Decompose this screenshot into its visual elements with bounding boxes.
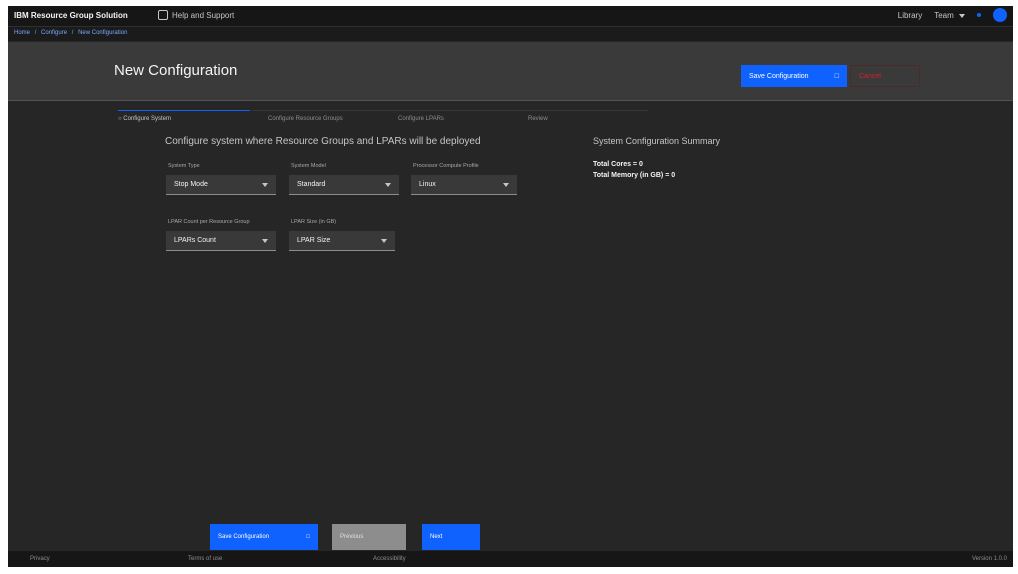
processor-profile-select[interactable]: Linux bbox=[411, 175, 517, 195]
system-model-select[interactable]: Standard bbox=[289, 175, 399, 195]
footer-terms-link[interactable]: Terms of use bbox=[188, 556, 222, 562]
step-configure-system[interactable]: ○ Configure System bbox=[118, 116, 171, 122]
next-button[interactable]: Next bbox=[422, 524, 480, 550]
form-title: Configure system where Resource Groups a… bbox=[165, 136, 481, 147]
save-configuration-button[interactable]: Save Configuration □ bbox=[741, 65, 847, 87]
lpar-size-select[interactable]: LPAR Size bbox=[289, 231, 395, 251]
chevron-down-icon bbox=[503, 182, 509, 187]
step-configure-system-label: Configure System bbox=[123, 116, 171, 122]
system-model-label: System Model bbox=[291, 163, 326, 169]
app-frame: IBM Resource Group Solution Help and Sup… bbox=[8, 6, 1013, 567]
team-menu[interactable]: Team bbox=[934, 11, 965, 20]
footer-accessibility-link[interactable]: Accessibility bbox=[373, 556, 406, 562]
chevron-down-icon bbox=[381, 238, 387, 243]
lpar-count-value: LPARs Count bbox=[174, 237, 216, 244]
user-avatar[interactable] bbox=[993, 8, 1007, 22]
cancel-label: Cancel bbox=[859, 72, 881, 80]
system-type-value: Stop Mode bbox=[174, 181, 208, 188]
breadcrumb-current: New Configuration bbox=[78, 30, 128, 36]
chevron-down-icon bbox=[262, 238, 268, 243]
team-menu-label: Team bbox=[934, 10, 954, 20]
footer-save-label: Save Configuration bbox=[218, 534, 270, 540]
step-review[interactable]: Review bbox=[528, 116, 548, 122]
previous-label: Previous bbox=[340, 534, 364, 540]
breadcrumb-configure[interactable]: Configure bbox=[41, 30, 67, 36]
summary-total-cores: Total Cores = 0 bbox=[593, 161, 643, 168]
previous-button[interactable]: Previous bbox=[332, 524, 406, 550]
notification-icon[interactable] bbox=[977, 13, 981, 17]
app-name[interactable]: IBM Resource Group Solution bbox=[14, 11, 128, 20]
wizard-actions: Save Configuration □ Previous Next bbox=[8, 524, 1013, 552]
system-type-select[interactable]: Stop Mode bbox=[166, 175, 276, 195]
save-icon: □ bbox=[306, 534, 310, 540]
processor-profile-label: Processor Compute Profile bbox=[413, 163, 479, 169]
lpar-count-select[interactable]: LPARs Count bbox=[166, 231, 276, 251]
library-link[interactable]: Library bbox=[898, 11, 922, 20]
progress-indicator: ○ Configure System Configure Resource Gr… bbox=[118, 110, 648, 124]
system-model-value: Standard bbox=[297, 181, 326, 188]
breadcrumb: Home / Configure / New Configuration bbox=[14, 30, 130, 36]
summary-total-memory: Total Memory (in GB) = 0 bbox=[593, 172, 676, 179]
breadcrumb-bar: Home / Configure / New Configuration bbox=[8, 27, 1013, 41]
help-link-label: Help and Support bbox=[172, 10, 235, 20]
step-current-icon: ○ bbox=[118, 116, 122, 122]
processor-profile-value: Linux bbox=[419, 181, 436, 188]
system-type-label: System Type bbox=[168, 163, 200, 169]
help-icon bbox=[158, 10, 168, 20]
save-configuration-label: Save Configuration bbox=[749, 72, 809, 80]
help-link[interactable]: Help and Support bbox=[158, 10, 234, 20]
step-line bbox=[252, 110, 648, 111]
page-header: New Configuration Save Configuration □ C… bbox=[8, 42, 1013, 101]
lpar-count-label: LPAR Count per Resource Group bbox=[168, 219, 250, 225]
chevron-down-icon bbox=[959, 13, 965, 18]
lpar-size-label: LPAR Size (in GB) bbox=[291, 219, 337, 225]
top-right-menu: Library Team bbox=[898, 8, 1007, 22]
footer-save-configuration-button[interactable]: Save Configuration □ bbox=[210, 524, 318, 550]
page-title: New Configuration bbox=[114, 62, 238, 79]
summary-title: System Configuration Summary bbox=[593, 136, 721, 146]
breadcrumb-separator: / bbox=[71, 30, 74, 36]
breadcrumb-separator: / bbox=[34, 30, 37, 36]
cancel-button[interactable]: Cancel bbox=[850, 65, 920, 87]
save-icon: □ bbox=[834, 72, 839, 80]
step-configure-lpars[interactable]: Configure LPARs bbox=[398, 116, 444, 122]
chevron-down-icon bbox=[385, 182, 391, 187]
top-navigation-bar: IBM Resource Group Solution Help and Sup… bbox=[8, 6, 1013, 27]
step-configure-resource-groups[interactable]: Configure Resource Groups bbox=[268, 116, 343, 122]
footer-version: Version 1.0.0 bbox=[971, 556, 1007, 562]
next-label: Next bbox=[430, 534, 443, 540]
footer-privacy-link[interactable]: Privacy bbox=[30, 556, 50, 562]
chevron-down-icon bbox=[262, 182, 268, 187]
breadcrumb-home[interactable]: Home bbox=[14, 30, 30, 36]
lpar-size-value: LPAR Size bbox=[297, 237, 331, 244]
step-line-active bbox=[118, 110, 250, 111]
page-footer: Privacy Terms of use Accessibility Versi… bbox=[8, 551, 1013, 567]
